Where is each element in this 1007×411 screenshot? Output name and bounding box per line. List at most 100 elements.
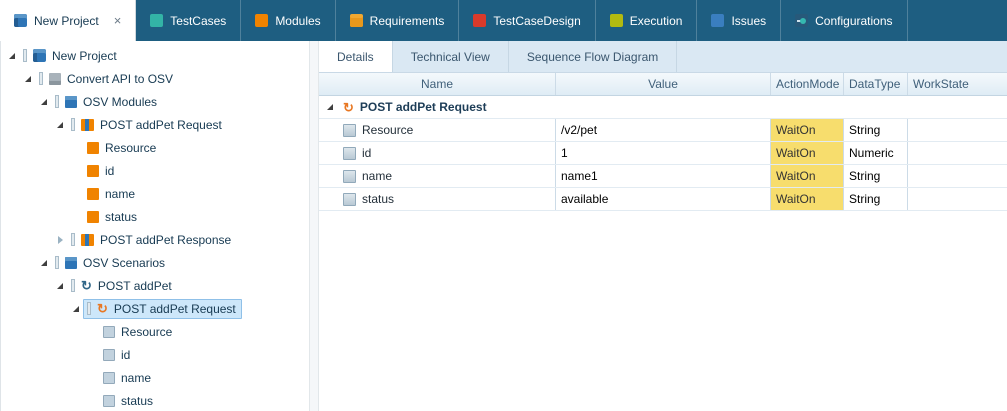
row-name: id <box>362 146 371 160</box>
panel-bar-icon <box>71 279 75 292</box>
datatype-cell[interactable]: String <box>844 188 908 210</box>
project-grid-icon <box>33 49 46 62</box>
datatype-cell[interactable]: String <box>844 165 908 187</box>
panel-bar-icon <box>71 118 75 131</box>
column-header-value[interactable]: Value <box>556 73 771 95</box>
tab-sequence-flow-diagram[interactable]: Sequence Flow Diagram <box>509 41 677 72</box>
column-header-datatype[interactable]: DataType <box>844 73 908 95</box>
expander-icon[interactable] <box>69 302 83 316</box>
expander-icon[interactable] <box>37 256 51 270</box>
row-name: status <box>362 192 394 206</box>
actionmode-cell[interactable]: WaitOn <box>771 165 844 187</box>
tree-item-resource-scenario[interactable]: Resource <box>1 320 309 343</box>
testcasedesign-icon <box>473 14 486 27</box>
tree-item-label: POST addPet Request <box>114 302 236 316</box>
close-icon[interactable] <box>114 14 122 27</box>
tree-item-label: status <box>121 394 153 408</box>
checkbox-icon[interactable] <box>343 124 356 137</box>
tree-item-osv-scenarios[interactable]: OSV Scenarios <box>1 251 309 274</box>
column-header-name[interactable]: Name <box>319 73 556 95</box>
actionmode-cell[interactable]: WaitOn <box>771 142 844 164</box>
workstate-cell[interactable] <box>908 142 1007 164</box>
expander-icon[interactable] <box>53 118 67 132</box>
application-window: New Project TestCases Modules Requiremen… <box>0 0 1007 411</box>
workstate-cell[interactable] <box>908 188 1007 210</box>
checkbox-icon[interactable] <box>343 170 356 183</box>
expander-icon[interactable] <box>21 72 35 86</box>
tab-configurations[interactable]: Configurations <box>781 0 907 41</box>
grid-empty-area <box>319 211 1007 411</box>
tab-testcases[interactable]: TestCases <box>136 0 241 41</box>
tree-item-post-addpet[interactable]: POST addPet <box>1 274 309 297</box>
tree-item-label: OSV Scenarios <box>83 256 165 270</box>
tree-item-post-addpet-response-module[interactable]: POST addPet Response <box>1 228 309 251</box>
issues-icon <box>711 14 724 27</box>
expander-icon[interactable] <box>323 100 337 114</box>
table-row-id[interactable]: id 1 WaitOn Numeric <box>319 142 1007 165</box>
expander-icon[interactable] <box>5 49 19 63</box>
tab-issues[interactable]: Issues <box>697 0 781 41</box>
expander-icon[interactable] <box>53 279 67 293</box>
tree-item-post-addpet-request-module[interactable]: POST addPet Request <box>1 113 309 136</box>
details-tabbar: Details Technical View Sequence Flow Dia… <box>319 41 1007 72</box>
tree-item-convert-api-to-osv[interactable]: Convert API to OSV <box>1 67 309 90</box>
value-cell[interactable]: name1 <box>556 165 771 187</box>
tree-item-id-scenario[interactable]: id <box>1 343 309 366</box>
subtab-label: Sequence Flow Diagram <box>527 50 658 64</box>
tab-technical-view[interactable]: Technical View <box>393 41 509 72</box>
expander-icon[interactable] <box>37 95 51 109</box>
tree-item-label: name <box>105 187 135 201</box>
refresh-orange-icon <box>343 101 354 114</box>
value-cell[interactable]: available <box>556 188 771 210</box>
main-tabbar: New Project TestCases Modules Requiremen… <box>0 0 1007 41</box>
project-grid-icon <box>14 14 27 27</box>
grid-header-row: Name Value ActionMode DataType WorkState <box>319 73 1007 96</box>
actionmode-cell[interactable]: WaitOn <box>771 188 844 210</box>
subtab-label: Details <box>337 50 374 64</box>
workstate-cell[interactable] <box>908 165 1007 187</box>
blue-module-icon <box>65 257 77 269</box>
tab-details[interactable]: Details <box>319 41 393 72</box>
datatype-cell[interactable]: String <box>844 119 908 141</box>
tree-item-status-module[interactable]: status <box>1 205 309 228</box>
tree-item-name-scenario[interactable]: name <box>1 366 309 389</box>
tree-item-osv-modules[interactable]: OSV Modules <box>1 90 309 113</box>
table-row-status[interactable]: status available WaitOn String <box>319 188 1007 211</box>
tab-new-project[interactable]: New Project <box>0 0 136 41</box>
tree-item-id-module[interactable]: id <box>1 159 309 182</box>
table-row-name[interactable]: name name1 WaitOn String <box>319 165 1007 188</box>
actionmode-cell[interactable]: WaitOn <box>771 119 844 141</box>
value-cell[interactable]: /v2/pet <box>556 119 771 141</box>
panel-splitter[interactable] <box>309 41 319 411</box>
tab-testcasedesign[interactable]: TestCaseDesign <box>459 0 595 41</box>
tree-item-post-addpet-request-scenario[interactable]: POST addPet Request <box>1 297 309 320</box>
group-row-post-addpet-request[interactable]: POST addPet Request <box>319 96 1007 119</box>
tab-execution[interactable]: Execution <box>596 0 698 41</box>
value-cell[interactable]: 1 <box>556 142 771 164</box>
orange-field-icon <box>87 142 99 154</box>
tree-item-name-module[interactable]: name <box>1 182 309 205</box>
name-cell: status <box>319 188 556 210</box>
tab-modules[interactable]: Modules <box>241 0 335 41</box>
tree-item-label: Resource <box>121 325 172 339</box>
tree-item-new-project[interactable]: New Project <box>1 44 309 67</box>
tree-item-label: id <box>121 348 130 362</box>
table-row-resource[interactable]: Resource /v2/pet WaitOn String <box>319 119 1007 142</box>
checkbox-icon[interactable] <box>343 147 356 160</box>
checkbox-icon[interactable] <box>343 193 356 206</box>
orange-transform-icon <box>81 119 94 131</box>
tab-requirements[interactable]: Requirements <box>336 0 460 41</box>
datatype-cell[interactable]: Numeric <box>844 142 908 164</box>
column-header-workstate[interactable]: WorkState <box>908 73 1007 95</box>
tree-item-resource-module[interactable]: Resource <box>1 136 309 159</box>
orange-field-icon <box>87 211 99 223</box>
tree-item-label: POST addPet Request <box>100 118 222 132</box>
expander-icon[interactable] <box>53 233 67 247</box>
execution-icon <box>610 14 623 27</box>
tab-label: Requirements <box>370 14 445 28</box>
bluegray-field-icon <box>103 372 115 384</box>
column-header-actionmode[interactable]: ActionMode <box>771 73 844 95</box>
name-cell: name <box>319 165 556 187</box>
workstate-cell[interactable] <box>908 119 1007 141</box>
tree-item-status-scenario[interactable]: status <box>1 389 309 411</box>
